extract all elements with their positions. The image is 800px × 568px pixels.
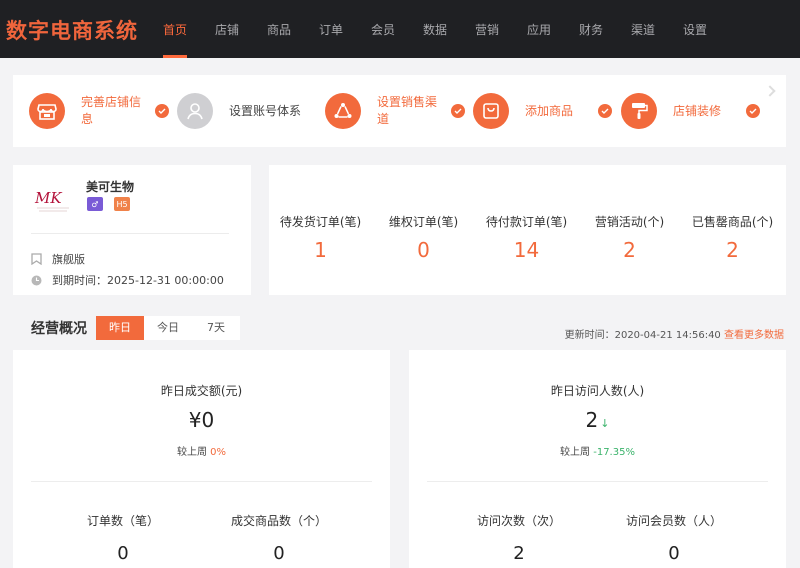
check-icon — [451, 104, 465, 118]
nav-item-members[interactable]: 会员 — [357, 0, 409, 58]
view-more-data-link[interactable]: 查看更多数据 — [724, 330, 784, 341]
clock-icon — [31, 275, 42, 285]
sub-metric-member-visitors: 访问会员数（人） 0 — [625, 514, 722, 564]
stat-label: 待发货订单(笔) — [279, 215, 362, 229]
store-edition-row: 旗舰版 — [31, 251, 85, 267]
main-nav: 首页 店铺 商品 订单 会员 数据 营销 应用 财务 渠道 设置 — [149, 0, 721, 58]
channel-icon — [325, 93, 361, 129]
step-add-product[interactable]: 添加商品 — [473, 75, 618, 147]
nav-item-marketing[interactable]: 营销 — [461, 0, 513, 58]
nav-item-finance[interactable]: 财务 — [565, 0, 617, 58]
card-value: 2 ↓ — [585, 408, 610, 432]
tab-7days[interactable]: 7天 — [192, 316, 240, 340]
store-expiry: 到期时间：2025-12-31 00:00:00 — [52, 274, 224, 287]
compare-value: -17.35% — [593, 447, 635, 458]
brand-logo[interactable]: 数字电商系统 — [6, 15, 138, 45]
card-value: ¥0 — [188, 408, 215, 432]
store-edition: 旗舰版 — [52, 253, 85, 266]
step-label-setup-account: 设置账号体系 — [229, 104, 302, 118]
revenue-card: 昨日成交额(元) ¥0 较上周 0% 订单数（笔） 0 成交商品数（个） 0 — [13, 350, 390, 568]
mini-program-badge: ♂ — [87, 197, 103, 211]
step-setup-account[interactable]: 设置账号体系 — [177, 75, 317, 147]
card-title: 昨日访问人数(人) — [550, 384, 645, 398]
stat-value: 2 — [726, 238, 739, 262]
store-logo: MK — [31, 185, 75, 215]
stat-value: 1 — [314, 238, 327, 262]
step-label-add-product: 添加商品 — [525, 104, 574, 118]
sub-metric-products-sold: 成交商品数（个） 0 — [230, 514, 327, 564]
divider — [31, 233, 229, 234]
store-expiry-row: 到期时间：2025-12-31 00:00:00 — [31, 272, 224, 288]
store-icon — [29, 93, 65, 129]
nav-item-store[interactable]: 店铺 — [201, 0, 253, 58]
stat-label: 维权订单(笔) — [388, 215, 459, 229]
stat-sold-out-products[interactable]: 已售罄商品(个) 2 — [681, 213, 784, 262]
update-time: 更新时间：2020-04-21 14:56:40 — [564, 330, 721, 341]
period-tabs: 昨日 今日 7天 — [96, 316, 240, 340]
stat-label: 已售罄商品(个) — [691, 215, 774, 229]
visitors-card: 昨日访问人数(人) 2 ↓ 较上周 -17.35% 访问次数（次） 2 访问会员数… — [409, 350, 786, 568]
nav-item-apps[interactable]: 应用 — [513, 0, 565, 58]
card-compare: 较上周 -17.35% — [560, 447, 635, 458]
paint-roller-icon — [621, 93, 657, 129]
sub-metric-visits: 访问次数（次） 2 — [476, 514, 561, 564]
store-logo-text: MK — [34, 189, 62, 207]
divider — [427, 481, 768, 482]
sub-metric-orders: 订单数（笔） 0 — [86, 514, 159, 564]
stat-value: 0 — [417, 238, 430, 262]
store-info-card: MK 美可生物 ♂ H5 旗舰版 到期时间：2025-12-31 00:00:0… — [13, 165, 251, 295]
bookmark-icon — [31, 253, 42, 265]
update-time-row: 更新时间：2020-04-21 14:56:40 查看更多数据 — [565, 326, 784, 341]
step-complete-store-info[interactable]: 完善店铺信息 — [29, 75, 179, 147]
nav-item-home[interactable]: 首页 — [149, 0, 201, 58]
stat-label: 营销活动(个) — [594, 215, 665, 229]
step-store-decoration[interactable]: 店铺装修 — [621, 75, 771, 147]
step-setup-sales-channel[interactable]: 设置销售渠道 — [325, 75, 470, 147]
nav-item-settings[interactable]: 设置 — [669, 0, 721, 58]
check-icon — [155, 104, 169, 118]
stat-pending-payment[interactable]: 待付款订单(笔) 14 — [475, 213, 578, 262]
stat-value: 2 — [623, 238, 636, 262]
h5-badge: H5 — [114, 197, 130, 211]
nav-item-data[interactable]: 数据 — [409, 0, 461, 58]
compare-value: 0% — [210, 447, 227, 458]
tab-today[interactable]: 今日 — [144, 316, 192, 340]
stat-value: 14 — [513, 238, 540, 262]
user-icon — [177, 93, 213, 129]
check-icon — [746, 104, 760, 118]
order-stats-card: 待发货订单(笔) 1 维权订单(笔) 0 待付款订单(笔) 14 营销活动(个)… — [269, 165, 786, 295]
nav-item-products[interactable]: 商品 — [253, 0, 305, 58]
card-compare: 较上周 0% — [176, 447, 227, 458]
card-title: 昨日成交额(元) — [160, 384, 243, 398]
nav-item-orders[interactable]: 订单 — [305, 0, 357, 58]
bag-icon — [473, 93, 509, 129]
stat-marketing-activities[interactable]: 营销活动(个) 2 — [578, 213, 681, 262]
step-label-store-decoration: 店铺装修 — [673, 104, 722, 118]
stat-label: 待付款订单(笔) — [485, 215, 568, 229]
divider — [31, 481, 372, 482]
tab-yesterday[interactable]: 昨日 — [96, 316, 144, 340]
step-label-setup-sales-channel: 设置销售渠道 — [377, 95, 438, 126]
store-name: 美可生物 — [86, 180, 135, 194]
stat-refund-orders[interactable]: 维权订单(笔) 0 — [372, 213, 475, 262]
stat-pending-shipment[interactable]: 待发货订单(笔) 1 — [269, 213, 372, 262]
nav-item-channels[interactable]: 渠道 — [617, 0, 669, 58]
check-icon — [598, 104, 612, 118]
step-label-complete-store-info: 完善店铺信息 — [81, 95, 142, 126]
top-nav-bar: 数字电商系统 首页 店铺 商品 订单 会员 数据 营销 应用 财务 渠道 设置 — [0, 0, 800, 58]
overview-title: 经营概况 — [31, 321, 87, 337]
down-arrow-icon: ↓ — [600, 417, 610, 430]
setup-steps-panel: 完善店铺信息 设置账号体系 设置销售渠道 添加商品 店铺装修 — [13, 75, 786, 147]
